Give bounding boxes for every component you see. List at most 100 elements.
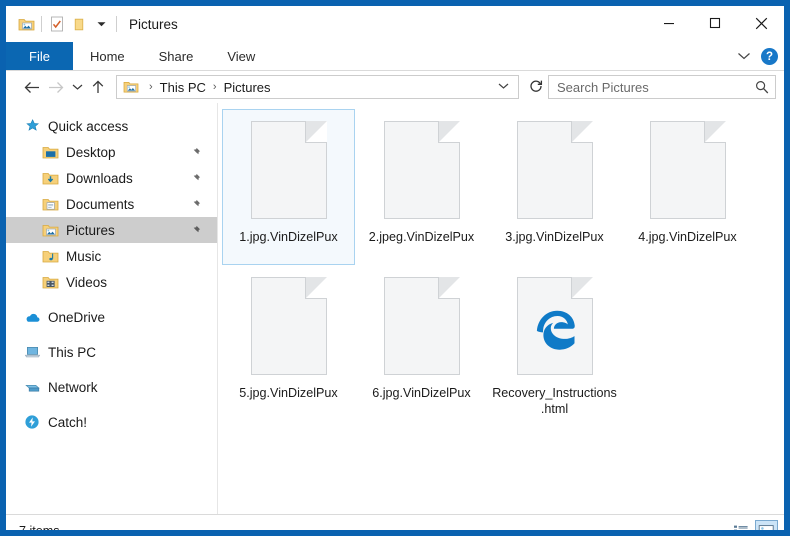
tab-view[interactable]: View — [210, 42, 272, 70]
file-name-label: Recovery_Instructions.html — [492, 386, 617, 416]
tab-file[interactable]: File — [6, 42, 73, 70]
tab-share[interactable]: Share — [142, 42, 211, 70]
sidebar-label-music: Music — [66, 248, 102, 264]
new-folder-icon[interactable] — [68, 13, 90, 35]
file-list-pane[interactable]: 1.jpg.VinDizelPux 2.jpeg.VinDizelPux 3.j… — [218, 103, 784, 514]
file-item[interactable]: 2.jpeg.VinDizelPux — [355, 109, 488, 265]
customize-chevron-icon[interactable] — [90, 13, 112, 35]
pin-icon[interactable] — [190, 224, 201, 235]
expand-ribbon-chevron-icon[interactable] — [737, 48, 751, 66]
music-folder-icon — [42, 248, 60, 264]
blank-page-icon — [649, 121, 726, 219]
sidebar-item-music[interactable]: Music — [6, 243, 217, 269]
tab-home[interactable]: Home — [73, 42, 142, 70]
search-box[interactable] — [548, 75, 776, 99]
window-title: Pictures — [129, 16, 178, 32]
search-icon[interactable] — [755, 80, 769, 94]
help-icon[interactable]: ? — [761, 48, 778, 65]
network-icon — [24, 379, 42, 395]
file-name-label: 6.jpg.VinDizelPux — [372, 386, 471, 400]
file-item[interactable]: 4.jpg.VinDizelPux — [621, 109, 754, 265]
file-name-label: 2.jpeg.VinDizelPux — [368, 230, 475, 244]
sidebar-label-desktop: Desktop — [66, 144, 116, 160]
pictures-folder-icon[interactable] — [15, 13, 37, 35]
properties-icon[interactable] — [46, 13, 68, 35]
forward-button[interactable] — [44, 75, 68, 99]
downloads-folder-icon — [42, 170, 60, 186]
sidebar-item-desktop[interactable]: Desktop — [6, 139, 217, 165]
address-bar: › This PC › Pictures — [6, 71, 784, 103]
breadcrumb-separator-1[interactable]: › — [213, 81, 217, 93]
page-fold-shade — [571, 277, 593, 298]
catch-icon — [24, 414, 42, 430]
edge-browser-icon — [528, 302, 582, 361]
sidebar-item-quick-access[interactable]: Quick access — [6, 113, 217, 139]
pictures-folder-icon — [42, 222, 60, 238]
close-button[interactable] — [738, 6, 784, 40]
file-grid: 1.jpg.VinDizelPux 2.jpeg.VinDizelPux 3.j… — [222, 109, 784, 421]
ribbon-right-controls: ? — [737, 42, 778, 71]
minimize-button[interactable] — [646, 6, 692, 40]
documents-folder-icon — [42, 196, 60, 212]
quick-access-toolbar — [6, 13, 121, 35]
page-fold-shade — [438, 121, 460, 142]
sidebar-item-catch[interactable]: Catch! — [6, 409, 217, 435]
address-dropdown-chevron-icon[interactable] — [493, 81, 514, 93]
breadcrumb-pictures[interactable]: Pictures — [224, 80, 271, 95]
star-icon — [24, 118, 42, 134]
refresh-icon[interactable] — [524, 79, 548, 96]
pin-icon[interactable] — [190, 172, 201, 183]
sidebar-item-onedrive[interactable]: OneDrive — [6, 304, 217, 330]
window-controls — [646, 6, 784, 40]
file-item[interactable]: 6.jpg.VinDizelPux — [355, 265, 488, 421]
blank-page-icon — [516, 121, 593, 219]
search-input[interactable] — [557, 79, 755, 95]
up-button[interactable] — [86, 75, 110, 99]
file-name-label: 1.jpg.VinDizelPux — [239, 230, 338, 244]
back-button[interactable] — [20, 75, 44, 99]
breadcrumb-bar[interactable]: › This PC › Pictures — [116, 75, 519, 99]
breadcrumb-separator-0[interactable]: › — [149, 81, 153, 93]
item-count-label: 7 items — [19, 524, 60, 531]
file-page-icon — [241, 114, 337, 226]
file-item[interactable]: 1.jpg.VinDizelPux — [222, 109, 355, 265]
sidebar-item-documents[interactable]: Documents — [6, 191, 217, 217]
breadcrumb-this-pc[interactable]: This PC — [160, 80, 206, 95]
sidebar-item-pictures[interactable]: Pictures — [6, 217, 217, 243]
details-view-button[interactable] — [729, 520, 752, 530]
breadcrumb-folder-icon — [123, 80, 139, 94]
sidebar-gap-3 — [6, 365, 217, 374]
blank-page-icon — [383, 121, 460, 219]
file-page-icon — [241, 270, 337, 382]
file-item[interactable]: 3.jpg.VinDizelPux — [488, 109, 621, 265]
recent-locations-chevron-icon[interactable] — [68, 75, 86, 99]
sidebar-label-network: Network — [48, 379, 98, 395]
sidebar-item-downloads[interactable]: Downloads — [6, 165, 217, 191]
file-page-icon — [640, 114, 736, 226]
sidebar-label-quick-access: Quick access — [48, 118, 129, 134]
file-explorer-window: pcrisk.com — [6, 6, 784, 530]
page-fold-shade — [704, 121, 726, 142]
blank-page-icon — [383, 277, 460, 375]
explorer-body: Quick access Desktop Downloads Documents… — [6, 103, 784, 514]
qat-separator-1 — [41, 16, 42, 32]
blank-page-icon — [250, 277, 327, 375]
file-page-icon — [374, 114, 470, 226]
file-page-icon — [507, 270, 603, 382]
pin-icon[interactable] — [190, 146, 201, 157]
sidebar-label-videos: Videos — [66, 274, 108, 290]
status-bar: 7 items — [6, 514, 784, 530]
view-mode-buttons — [729, 519, 778, 530]
file-item[interactable]: 5.jpg.VinDizelPux — [222, 265, 355, 421]
file-item[interactable]: Recovery_Instructions.html — [488, 265, 621, 421]
sidebar-item-network[interactable]: Network — [6, 374, 217, 400]
sidebar-item-videos[interactable]: Videos — [6, 269, 217, 295]
maximize-button[interactable] — [692, 6, 738, 40]
sidebar-label-downloads: Downloads — [66, 170, 133, 186]
sidebar-item-this-pc[interactable]: This PC — [6, 339, 217, 365]
large-icons-view-button[interactable] — [755, 519, 778, 530]
file-page-icon — [374, 270, 470, 382]
sidebar-gap-1 — [6, 295, 217, 304]
sidebar-label-this-pc: This PC — [48, 344, 97, 360]
pin-icon[interactable] — [190, 198, 201, 209]
